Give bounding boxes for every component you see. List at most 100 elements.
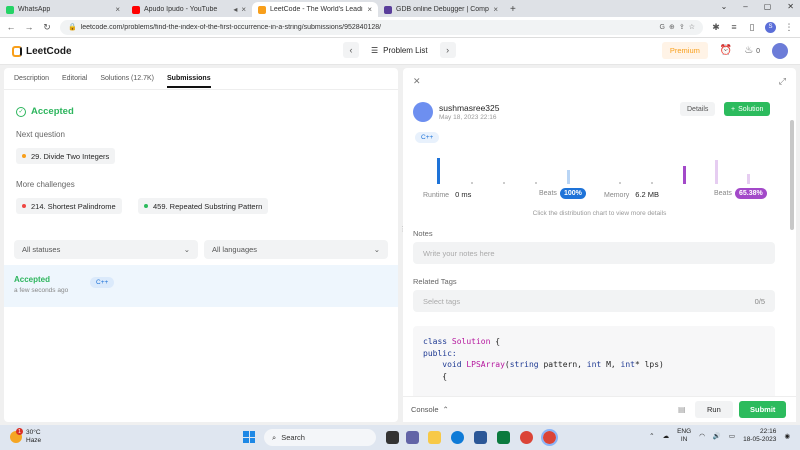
cloud-icon[interactable]: ☁ [663,432,670,440]
alarm-clock-icon[interactable]: ⏰ [720,45,732,56]
chevron-down-icon[interactable]: ⌄ [721,2,728,11]
memory-bar [747,174,750,184]
prev-problem-button[interactable]: ‹ [343,42,359,58]
close-icon[interactable]: × [241,5,246,14]
tags-select[interactable]: Select tags 0/5 [413,290,775,312]
close-icon[interactable]: × [493,5,498,14]
extensions-icon[interactable]: ✱ [711,22,721,33]
store-icon[interactable] [474,431,487,444]
notes-input[interactable]: Write your notes here [413,242,775,264]
right-panel: ✕ ⤢ sushmasree325 May 18, 2023 22:16 Det… [403,68,796,422]
windows-start-icon[interactable] [243,431,255,443]
memory-distribution[interactable] [619,160,750,184]
code-line: void LPSArray(string pattern, int M, int… [442,360,664,369]
browser-tab-whatsapp[interactable]: WhatsApp × [0,2,126,17]
open-external-icon[interactable]: ⤢ [779,76,786,87]
scrollbar-thumb[interactable] [790,120,794,230]
weather-text: 30°C Haze [26,429,41,445]
language-badge: C++ [415,132,440,143]
next-problem-button[interactable]: › [439,42,456,58]
panel-resize-handle[interactable]: ⋮ [399,225,406,235]
browser-tab-gdb[interactable]: GDB online Debugger | Compiler × [378,2,504,17]
runtime-bar [535,182,537,184]
browser-tab-leetcode[interactable]: LeetCode - The World's Leading × [252,2,378,17]
language-filter-select[interactable]: All languages ⌄ [204,240,388,259]
browser-tab-youtube[interactable]: Apudo Ipudo - YouTube ◂ × [126,2,252,17]
close-icon[interactable]: × [367,5,372,14]
submitter-username[interactable]: sushmasree325 [439,103,499,113]
submission-row-status: Accepted [14,275,51,284]
details-button[interactable]: Details [680,102,716,116]
input-language[interactable]: ENG IN [677,428,691,444]
chevron-up-icon[interactable]: ⌃ [649,432,654,440]
close-icon[interactable]: ✕ [413,76,421,87]
leetcode-logo[interactable]: LeetCode [12,45,72,57]
notifications-icon[interactable]: ◉ [784,432,790,440]
chrome-icon[interactable] [520,431,533,444]
streak-flame[interactable]: ♨ 0 [744,45,760,56]
premium-button[interactable]: Premium [661,42,708,59]
lock-icon[interactable]: 🔒 [68,23,77,31]
google-icon[interactable]: G [660,24,665,31]
weather-widget[interactable]: 1 30°C Haze [10,428,41,445]
sidepanel-icon[interactable]: ▯ [747,22,757,33]
task-view-icon[interactable] [386,431,399,444]
submission-row[interactable]: Accepted a few seconds ago C++ [4,265,398,307]
profile-avatar[interactable]: S [765,21,776,33]
status-filter-select[interactable]: All statuses ⌄ [14,240,198,259]
window-controls: ⌄ – ▢ ✕ [721,2,794,11]
notification-badge: 1 [16,428,23,435]
close-icon[interactable]: × [115,5,120,14]
status-text: Accepted [31,106,74,117]
speaker-icon[interactable]: ◂ [233,5,237,14]
edge-icon[interactable] [451,431,464,444]
user-avatar[interactable] [772,42,788,59]
tab-editorial[interactable]: Editorial [62,75,87,82]
media-icon[interactable]: ≡ [729,22,739,32]
system-clock[interactable]: 22:16 18-05-2023 [743,428,776,444]
submission-row-time: a few seconds ago [14,287,69,294]
run-button[interactable]: Run [695,401,733,418]
new-tab-button[interactable]: + [504,4,522,17]
share-icon[interactable]: ⇪ [679,23,685,31]
code-line: public: [423,348,457,358]
right-panel-scrollbar[interactable] [790,120,794,410]
address-bar: ← → ↻ 🔒 leetcode.com/problems/find-the-i… [0,17,800,38]
console-toggle[interactable]: Console ⌃ [411,405,449,414]
volume-icon[interactable]: 🔊 [713,432,721,440]
reload-icon[interactable]: ↻ [42,22,52,33]
chevron-down-icon: ⌄ [183,245,190,254]
tab-submissions[interactable]: Submissions [167,75,211,88]
next-question-chip[interactable]: 29. Divide Two Integers [16,148,116,164]
list-icon: ☰ [371,45,379,55]
url-field[interactable]: 🔒 leetcode.com/problems/find-the-index-o… [60,19,703,35]
maximize-icon[interactable]: ▢ [764,2,772,11]
forward-arrow-icon[interactable]: → [24,22,34,32]
trash-icon[interactable]: ▤ [678,405,686,414]
whatsapp-icon [6,5,14,14]
wifi-icon[interactable]: ◠ [699,432,705,440]
chrome-active-icon[interactable] [541,429,558,446]
battery-icon[interactable]: ▭ [729,432,735,440]
zoom-icon[interactable]: ⊕ [669,23,675,31]
menu-dots-icon[interactable]: ⋮ [784,22,794,33]
close-window-icon[interactable]: ✕ [787,2,794,11]
more-challenges-label: More challenges [16,180,75,189]
minimize-icon[interactable]: – [743,2,747,11]
submit-button[interactable]: Submit [739,401,787,418]
challenge-chip[interactable]: 214. Shortest Palindrome [16,198,122,214]
tab-solutions[interactable]: Solutions (12.7K) [100,75,154,82]
app-icon[interactable] [497,431,510,444]
runtime-distribution[interactable] [437,158,570,184]
back-arrow-icon[interactable]: ← [6,22,16,32]
file-explorer-icon[interactable] [428,431,441,444]
tab-description[interactable]: Description [14,75,49,82]
bookmark-star-icon[interactable]: ☆ [689,23,695,31]
problem-list-button[interactable]: ☰ Problem List [365,46,434,55]
solution-button[interactable]: + Solution [724,102,771,116]
taskbar-search[interactable]: ⌕ Search [264,429,376,446]
challenge-chip[interactable]: 459. Repeated Substring Pattern [138,198,269,214]
submitter-avatar [413,102,433,122]
teams-icon[interactable] [406,431,419,444]
distribution-chart[interactable] [403,148,796,218]
